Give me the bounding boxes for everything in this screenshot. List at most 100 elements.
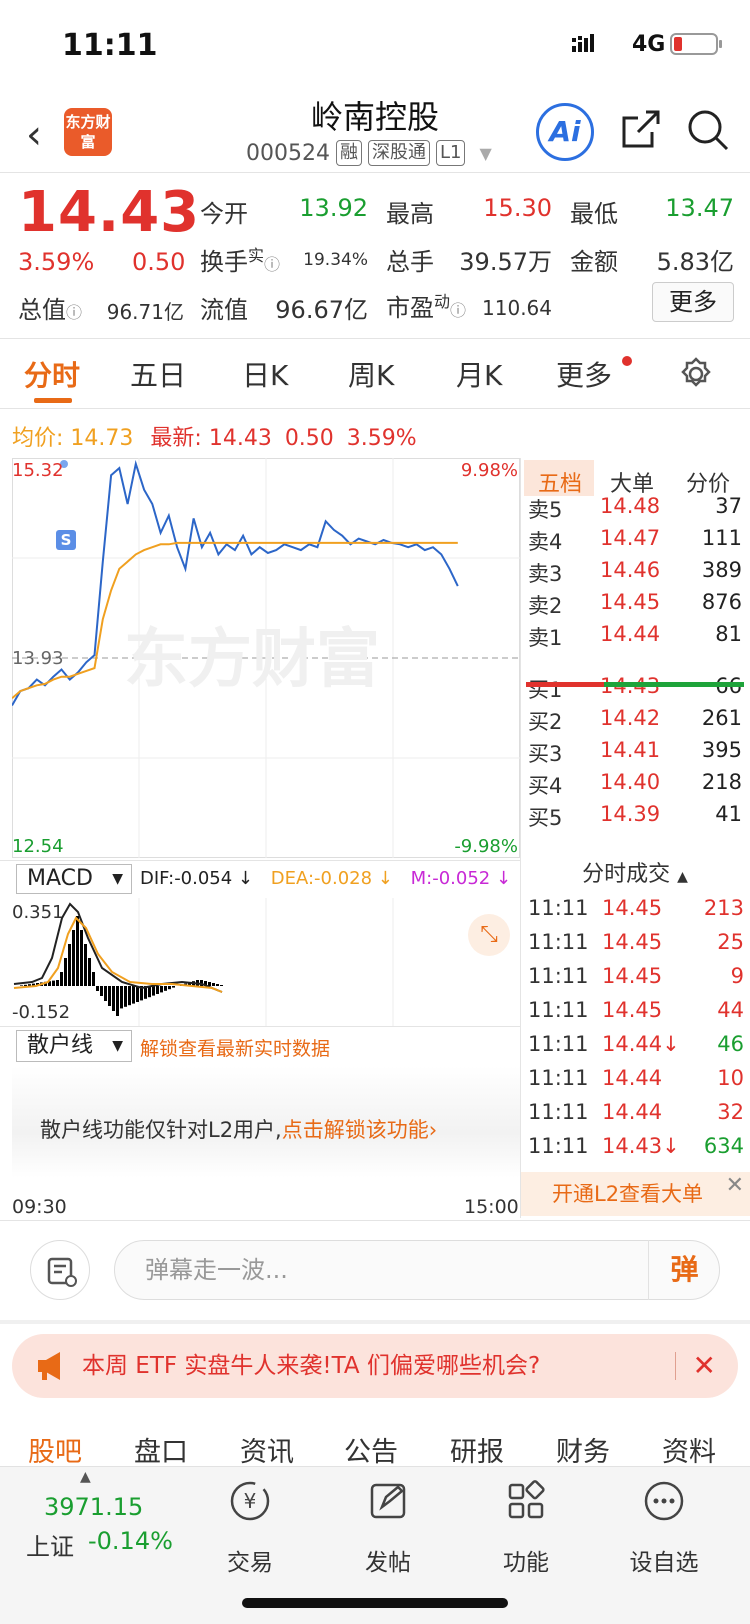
ask-row[interactable]: 卖3 14.46 389 (528, 558, 750, 588)
stock-code-line: 000524 融 深股通 L1 ▼ (246, 140, 492, 166)
tab-news[interactable]: 资讯 (240, 1430, 294, 1469)
retail-bar: 散户线 ▼ 解锁查看最新实时数据 (12, 1028, 520, 1064)
close-icon[interactable]: ✕ (726, 1164, 744, 1208)
bid-row[interactable]: 买114.4366 (528, 674, 750, 704)
trade-time: 11:11 (528, 1100, 589, 1124)
macd-dif: DIF:-0.054 ↓ (140, 868, 254, 889)
macd-selector[interactable]: MACD ▼ (16, 864, 132, 894)
promo-banner[interactable]: 本周 ETF 实盘牛人来袭!TA 们偏爱哪些机会? ✕ (12, 1334, 738, 1398)
index-value[interactable]: 3971.15 (44, 1493, 143, 1521)
macd-selector-label: MACD (27, 866, 93, 891)
intraday-chart[interactable]: 15.32 13.93 12.54 9.98% -9.98% 东方财富 S (12, 458, 520, 858)
sell-ratio-fill (526, 682, 605, 687)
add-watchlist-icon[interactable] (614, 1477, 714, 1529)
tab-research[interactable]: 研报 (450, 1430, 504, 1469)
battery-icon (670, 33, 722, 55)
tab-profile[interactable]: 资料 (662, 1430, 716, 1469)
tab-finance[interactable]: 财务 (556, 1430, 610, 1469)
avg-price-line (12, 541, 458, 700)
turnover-label: 换手实ⓘ (200, 242, 280, 277)
trade-volume: 32 (717, 1100, 744, 1124)
chart-ymin-label: 12.54 (12, 836, 64, 857)
retail-unlock-button[interactable]: 点击解锁该功能 (282, 1118, 429, 1142)
trades-header: 分时成交 ▲ (520, 858, 750, 892)
bid-price: 14.41 (600, 738, 661, 762)
macd-bar (132, 986, 135, 1004)
time-end-label: 15:00 (464, 1196, 519, 1218)
ai-button[interactable]: Ai (536, 103, 594, 161)
l2-upgrade-button[interactable]: 开通L2查看大单 ✕ (520, 1172, 750, 1216)
info-icon[interactable]: ⓘ (450, 301, 466, 320)
search-icon[interactable] (686, 108, 730, 152)
add-watchlist-label[interactable]: 设自选 (614, 1543, 714, 1577)
pe-value: 110.64 (482, 296, 552, 320)
macd-bar (164, 986, 167, 991)
tab-handicap[interactable]: 盘口 (134, 1430, 188, 1469)
chevron-down-icon[interactable]: ▼ (479, 144, 491, 163)
functions-label[interactable]: 功能 (476, 1543, 576, 1577)
trade-label[interactable]: 交易 (200, 1543, 300, 1577)
latest-label: 最新: (150, 426, 202, 451)
functions-icon[interactable] (476, 1477, 576, 1529)
bid-row[interactable]: 买2 14.42 261 (528, 706, 750, 736)
vertical-divider (520, 458, 521, 1218)
trade-time: 11:11 (528, 1032, 589, 1056)
macd-values: DIF:-0.054 ↓ DEA:-0.028 ↓ M:-0.052 ↓ (140, 868, 511, 889)
tab-intraday[interactable]: 分时 (24, 354, 80, 394)
trade-icon[interactable]: ¥ (200, 1477, 300, 1529)
pe-label-text: 市盈 (386, 294, 434, 322)
ask-row[interactable]: 卖2 14.45 876 (528, 590, 750, 620)
trade-time: 11:11 (528, 1134, 589, 1158)
tab-five-day[interactable]: 五日 (130, 354, 186, 394)
trade-volume: 25 (717, 930, 744, 954)
ask-row[interactable]: 卖4 14.47 111 (528, 526, 750, 556)
avg-value: 14.73 (70, 426, 134, 451)
macd-bar (64, 958, 67, 986)
macd-bar (76, 916, 79, 986)
bid-row[interactable]: 买3 14.41 395 (528, 738, 750, 768)
tab-forum[interactable]: 股吧 (28, 1430, 82, 1469)
mcap-value: 96.71亿 (106, 300, 184, 324)
share-icon[interactable] (618, 108, 662, 152)
tab-daily-k[interactable]: 日K (242, 354, 288, 394)
tab-more[interactable]: 更多 (556, 354, 612, 394)
retail-selector-label: 散户线 (27, 1033, 94, 1058)
close-icon[interactable]: ✕ (693, 1334, 716, 1398)
danmaku-send-button[interactable]: 弹 (648, 1240, 720, 1300)
ask-volume: 111 (701, 526, 742, 550)
gear-icon[interactable] (678, 356, 714, 392)
more-button[interactable]: 更多 (652, 282, 734, 322)
tab-announcements[interactable]: 公告 (344, 1430, 398, 1469)
trades-header-label: 分时成交 (582, 862, 671, 887)
bid-row[interactable]: 买4 14.40 218 (528, 770, 750, 800)
post-label[interactable]: 发帖 (338, 1543, 438, 1577)
macd-ymin-label: -0.152 (12, 1002, 71, 1023)
macd-ymax-label: 0.351 (12, 902, 64, 923)
trade-volume: 44 (717, 998, 744, 1022)
trade-price: 14.44 (602, 1066, 663, 1090)
post-icon[interactable] (338, 1477, 438, 1529)
pe-sup: 动 (434, 292, 451, 311)
tab-weekly-k[interactable]: 周K (348, 354, 394, 394)
macd-bar (120, 986, 123, 1009)
ask-row[interactable]: 卖5 14.48 37 (528, 494, 750, 524)
retail-selector[interactable]: 散户线 ▼ (16, 1030, 132, 1062)
macd-bar (152, 986, 155, 996)
macd-bar: MACD ▼ DIF:-0.054 ↓ DEA:-0.028 ↓ M:-0.052… (12, 862, 520, 898)
trade-row: 11:11 14.43↓ 634 (528, 1134, 750, 1166)
macd-chart-svg (13, 898, 394, 1026)
open-value: 13.92 (299, 194, 368, 222)
bid-row[interactable]: 买5 14.39 41 (528, 802, 750, 832)
chart-marker[interactable]: S (56, 530, 76, 550)
retail-unlock-link[interactable]: 解锁查看最新实时数据 (140, 1034, 330, 1061)
tab-monthly-k[interactable]: 月K (456, 354, 502, 394)
info-icon[interactable]: ⓘ (66, 303, 82, 322)
info-icon[interactable]: ⓘ (264, 255, 280, 274)
expand-icon[interactable]: ⤡ (468, 914, 510, 956)
ask-volume: 81 (715, 622, 742, 646)
chevron-down-icon: ▼ (112, 871, 123, 887)
caret-up-icon[interactable]: ▲ (677, 869, 688, 885)
ask-row[interactable]: 卖1 14.44 81 (528, 622, 750, 652)
danmaku-settings-icon[interactable] (30, 1240, 90, 1300)
danmaku-input[interactable]: 弹幕走一波... (114, 1240, 720, 1300)
